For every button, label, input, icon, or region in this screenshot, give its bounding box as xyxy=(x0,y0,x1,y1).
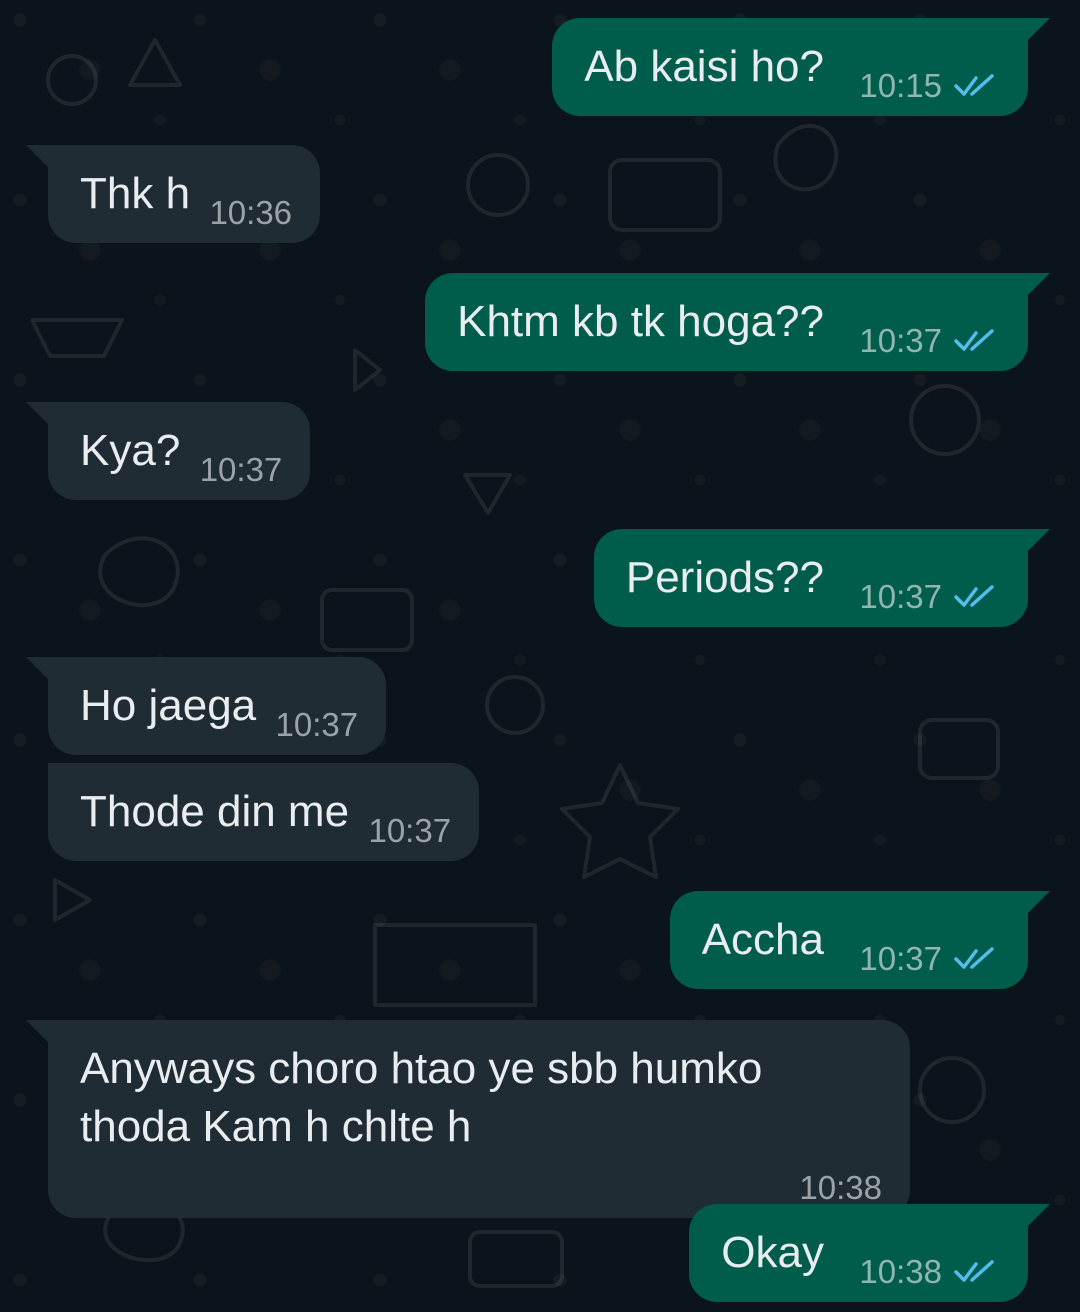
message-text: Okay xyxy=(721,1228,824,1277)
message-time: 10:38 xyxy=(859,1253,942,1290)
message-text: Thk h xyxy=(80,169,191,218)
message-time: 10:36 xyxy=(209,194,293,231)
message-time: 10:37 xyxy=(859,940,942,977)
message-bubble-incoming[interactable]: Ho jaega 10:37 xyxy=(25,657,387,755)
message-meta: 10:37 xyxy=(859,942,1000,975)
message-bubble-outgoing[interactable]: Ab kaisi ho? 10:15 xyxy=(552,18,1050,116)
message-meta: 10:37 xyxy=(276,708,359,741)
message-text: Anyways choro htao ye sbb humko thoda Ka… xyxy=(80,1044,763,1151)
message-text: Ho jaega xyxy=(80,681,257,730)
double-check-icon xyxy=(954,73,994,96)
message-meta: 10:37 xyxy=(859,580,1000,613)
message-time: 10:38 xyxy=(799,1169,882,1206)
message-time: 10:37 xyxy=(859,578,942,615)
message-meta: 10:38 xyxy=(859,1255,1000,1288)
message-bubble-incoming[interactable]: Thk h 10:36 xyxy=(25,145,321,243)
message-bubble-outgoing[interactable]: Okay 10:38 xyxy=(689,1204,1050,1302)
message-text: Khtm kb tk hoga?? xyxy=(457,297,824,346)
message-time: 10:37 xyxy=(859,322,942,359)
chat-thread[interactable]: Ab kaisi ho? 10:15 Thk h 10:36 Khtm kb t… xyxy=(0,0,1080,1312)
message-time: 10:15 xyxy=(859,67,942,104)
message-bubble-outgoing[interactable]: Khtm kb tk hoga?? 10:37 xyxy=(425,273,1050,371)
message-text: Thode din me xyxy=(80,787,350,836)
double-check-icon xyxy=(954,328,994,351)
message-meta: 10:15 xyxy=(859,69,1000,102)
message-meta: 10:36 xyxy=(209,196,292,229)
message-time: 10:37 xyxy=(275,706,359,743)
message-time: 10:37 xyxy=(368,812,452,849)
double-check-icon xyxy=(954,1259,994,1282)
message-text: Accha xyxy=(701,915,824,964)
message-meta: 10:37 xyxy=(200,453,283,486)
message-bubble-incoming[interactable]: Kya? 10:37 xyxy=(25,402,311,500)
message-bubble-outgoing[interactable]: Accha 10:37 xyxy=(669,891,1051,989)
message-meta: 10:37 xyxy=(859,324,1000,357)
message-text: Ab kaisi ho? xyxy=(584,42,824,91)
message-meta: 10:37 xyxy=(368,814,451,847)
message-time: 10:37 xyxy=(199,451,283,488)
message-bubble-incoming[interactable]: Anyways choro htao ye sbb humko thoda Ka… xyxy=(26,1020,910,1218)
message-text: Kya? xyxy=(80,426,181,475)
double-check-icon xyxy=(954,946,994,969)
message-bubble-incoming[interactable]: Thode din me 10:37 xyxy=(48,763,480,861)
double-check-icon xyxy=(954,584,994,607)
message-bubble-outgoing[interactable]: Periods?? 10:37 xyxy=(593,529,1051,627)
message-text: Periods?? xyxy=(625,553,824,602)
message-meta: 10:38 xyxy=(799,1171,882,1204)
